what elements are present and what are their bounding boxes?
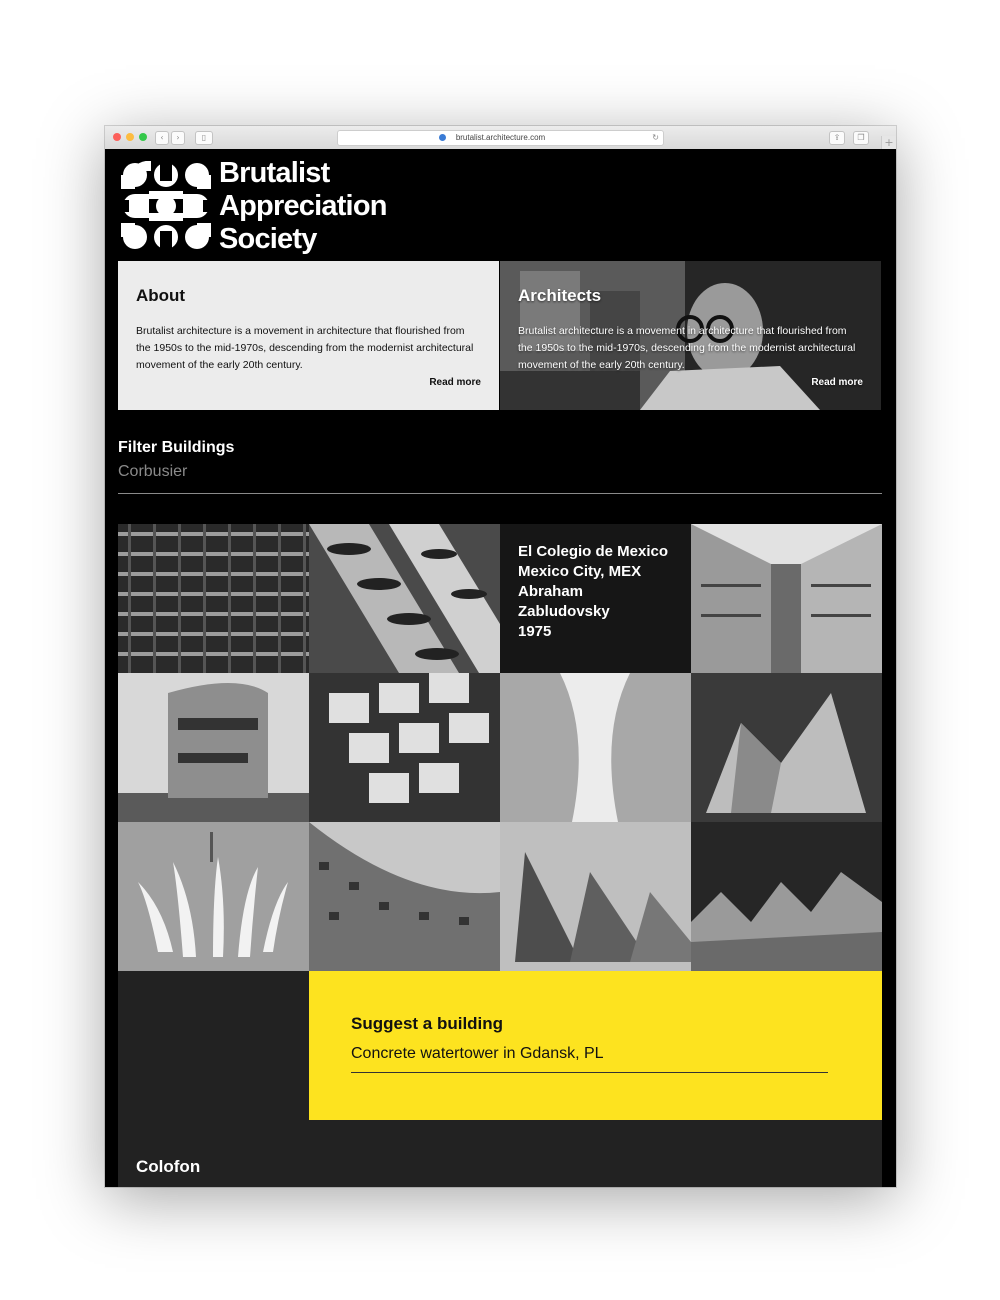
back-arrow-icon[interactable]: ‹ [155, 131, 169, 145]
reload-icon[interactable]: ↻ [652, 131, 659, 145]
building-photo [309, 822, 500, 971]
building-year: 1975 [518, 623, 552, 640]
minimize-window-button[interactable] [126, 133, 134, 141]
tabs-overview-icon[interactable]: ❐ [853, 131, 869, 145]
logo-text-line-1: Brutalist [219, 157, 330, 189]
building-tile[interactable] [500, 673, 691, 822]
building-tile[interactable] [691, 822, 882, 971]
building-tile[interactable] [309, 673, 500, 822]
building-photo [691, 673, 882, 822]
architects-card: Architects Brutalist architecture is a m… [500, 261, 881, 410]
building-tile[interactable] [691, 673, 882, 822]
building-photo [500, 822, 691, 971]
architects-text: Brutalist architecture is a movement in … [518, 325, 856, 371]
building-tile[interactable] [500, 822, 691, 971]
building-tile[interactable] [309, 822, 500, 971]
new-tab-icon[interactable]: + [881, 136, 896, 150]
building-location: Mexico City, MEX [518, 563, 642, 580]
close-window-button[interactable] [113, 133, 121, 141]
colofon-heading[interactable]: Colofon [136, 1157, 200, 1177]
about-text: Brutalist architecture is a movement in … [136, 325, 474, 371]
suggest-input[interactable]: Concrete watertower in Gdansk, PL [351, 1045, 828, 1073]
filter-input[interactable]: Corbusier [118, 463, 882, 494]
building-photo [118, 822, 309, 971]
building-tile[interactable] [118, 822, 309, 971]
building-info: El Colegio de Mexico Mexico City, MEX Ab… [518, 542, 678, 642]
building-photo [309, 673, 500, 822]
building-architect: Abraham Zabludovsky [518, 583, 610, 620]
share-icon[interactable]: ⇪ [829, 131, 845, 145]
logo-icon [121, 161, 211, 251]
about-read-more-link[interactable]: Read more [429, 377, 481, 388]
building-name: El Colegio de Mexico [518, 543, 669, 560]
building-tile[interactable] [309, 524, 500, 673]
building-tile[interactable] [691, 524, 882, 673]
building-photo [691, 822, 882, 971]
building-tile[interactable] [118, 673, 309, 822]
building-photo [118, 673, 309, 822]
sidebar-icon[interactable]: ▯ [195, 131, 213, 145]
forward-arrow-icon[interactable]: › [171, 131, 185, 145]
logo-text-line-3: Society [219, 223, 317, 255]
building-photo [309, 524, 500, 673]
suggest-building-panel: Suggest a building Concrete watertower i… [309, 971, 882, 1120]
filter-title: Filter Buildings [118, 439, 235, 456]
architects-read-more-link[interactable]: Read more [811, 377, 863, 388]
browser-window: ‹ › ▯ brutalist.architecture.com ↻ ⇪ ❐ + [105, 126, 896, 1187]
zoom-window-button[interactable] [139, 133, 147, 141]
architects-title: Architects [518, 286, 602, 305]
suggest-title: Suggest a building [351, 1014, 504, 1033]
browser-toolbar: ‹ › ▯ brutalist.architecture.com ↻ ⇪ ❐ + [105, 126, 896, 150]
logo-text-line-2: Appreciation [219, 190, 387, 222]
building-tile-featured[interactable]: El Colegio de Mexico Mexico City, MEX Ab… [500, 524, 691, 673]
about-title: About [136, 286, 186, 305]
building-photo [500, 673, 691, 822]
url-text: brutalist.architecture.com [455, 133, 546, 142]
page: Brutalist Appreciation Society About Bru… [105, 149, 896, 1187]
about-card: About Brutalist architecture is a moveme… [118, 261, 499, 410]
building-photo [118, 524, 309, 673]
building-grid: El Colegio de Mexico Mexico City, MEX Ab… [118, 524, 882, 971]
building-photo [691, 524, 882, 673]
building-tile[interactable] [118, 524, 309, 673]
address-bar[interactable]: brutalist.architecture.com ↻ [337, 130, 664, 146]
